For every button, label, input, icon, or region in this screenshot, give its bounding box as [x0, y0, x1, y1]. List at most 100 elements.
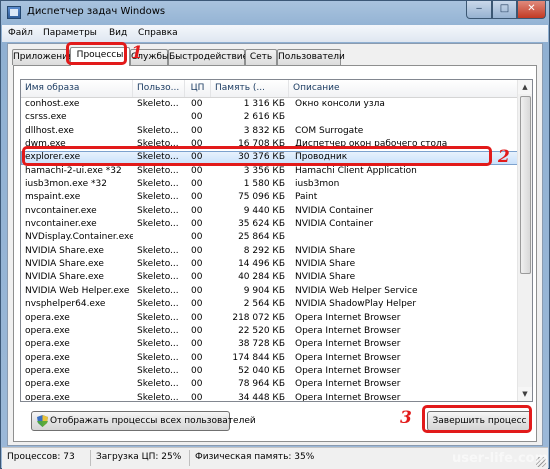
annotation-number-3: 3	[400, 408, 412, 428]
process-cpu: 00	[191, 365, 203, 376]
process-memory: 30 376 КБ	[238, 152, 285, 163]
process-memory: 3 832 КБ	[243, 125, 285, 136]
process-description: Окно консоли узла	[295, 99, 385, 109]
uac-shield-icon	[37, 415, 48, 427]
process-cpu: 00	[191, 272, 203, 283]
process-memory: 1 316 КБ	[243, 99, 285, 109]
process-row[interactable]: opera.exe Skeleto... 00 218 072 КБ Opera Int…	[21, 312, 519, 325]
process-user: Skeleto...	[137, 125, 179, 136]
process-description: Проводник	[295, 152, 348, 163]
process-memory: 3 356 КБ	[243, 165, 285, 176]
end-process-button[interactable]: Завершить процесс	[427, 411, 532, 431]
process-cpu: 00	[191, 125, 203, 136]
close-button[interactable]: ✕	[517, 1, 546, 19]
client-area: Приложения Процессы Службы Быстродействи…	[7, 43, 543, 446]
process-list[interactable]: Имя образа Пользо... ЦП Память (... Опис…	[20, 79, 533, 402]
window-title: Диспетчер задач Windows	[27, 6, 166, 17]
process-row[interactable]: opera.exe Skeleto... 00 174 844 КБ Opera Int…	[21, 352, 519, 365]
menu-file[interactable]: Файл	[8, 28, 33, 38]
process-row[interactable]: NVIDIA Share.exe Skeleto... 00 14 496 КБ NVI…	[21, 258, 519, 271]
process-row[interactable]: explorer.exe Skeleto... 00 30 376 КБ Проводн…	[21, 151, 519, 165]
menu-help[interactable]: Справка	[138, 28, 178, 38]
scrollbar-thumb[interactable]	[520, 96, 531, 274]
process-name: mspaint.exe	[25, 192, 81, 203]
process-memory: 14 496 КБ	[238, 259, 285, 270]
menu-bar: Файл Параметры Вид Справка	[2, 25, 548, 42]
process-description: COM Surrogate	[295, 125, 364, 136]
show-all-users-button[interactable]: Отображать процессы всех пользователей	[31, 411, 256, 431]
process-description: Hamachi Client Application	[295, 165, 417, 176]
process-description: Opera Internet Browser	[295, 339, 401, 350]
process-description: Paint	[295, 192, 318, 203]
process-user: Skeleto...	[137, 152, 179, 163]
task-manager-app-icon	[7, 6, 21, 19]
menu-view[interactable]: Вид	[109, 28, 127, 38]
process-user: Skeleto...	[137, 245, 179, 256]
process-row[interactable]: NVIDIA Share.exe Skeleto... 00 40 284 КБ NVI…	[21, 271, 519, 284]
process-row[interactable]: NVIDIA Share.exe Skeleto... 00 8 292 КБ NVID…	[21, 245, 519, 258]
tab-users[interactable]: Пользователи	[277, 49, 345, 65]
watermark: user-life.com	[452, 451, 549, 466]
process-row[interactable]: NVDisplay.Container.exe 00 25 864 КБ	[21, 231, 519, 244]
tab-applications[interactable]: Приложения	[12, 49, 73, 65]
process-row[interactable]: iusb3mon.exe *32 Skeleto... 00 1 580 КБ iusb…	[21, 178, 519, 191]
column-header-user[interactable]: Пользо...	[133, 80, 185, 97]
process-row[interactable]: nvsphelper64.exe Skeleto... 00 2 564 КБ NVID…	[21, 298, 519, 311]
process-cpu: 00	[191, 325, 203, 336]
process-row[interactable]: nvcontainer.exe Skeleto... 00 35 624 КБ NVID…	[21, 218, 519, 231]
tab-performance[interactable]: Быстродействие	[168, 49, 248, 65]
title-bar[interactable]: Диспетчер задач Windows ‒ □ ✕	[1, 1, 549, 25]
process-row[interactable]: conhost.exe Skeleto... 00 1 316 КБ Окно конс…	[21, 98, 519, 111]
maximize-button[interactable]: □	[492, 1, 517, 19]
process-row[interactable]: mspaint.exe Skeleto... 00 75 096 КБ Paint	[21, 191, 519, 204]
minimize-button[interactable]: ‒	[466, 1, 492, 19]
process-row[interactable]: hamachi-2-ui.exe *32 Skeleto... 00 3 356 КБ…	[21, 165, 519, 178]
process-cpu: 00	[191, 339, 203, 350]
process-memory: 218 072 КБ	[232, 312, 285, 323]
scroll-up-icon[interactable]: ▲	[518, 80, 532, 94]
process-name: NVDisplay.Container.exe	[25, 232, 133, 243]
process-row[interactable]: nvcontainer.exe Skeleto... 00 9 440 КБ NVIDI…	[21, 205, 519, 218]
process-user: Skeleto...	[137, 259, 179, 270]
tab-network[interactable]: Сеть	[245, 49, 277, 65]
tab-processes[interactable]: Процессы	[70, 47, 130, 66]
process-cpu: 00	[191, 392, 203, 402]
process-name: opera.exe	[25, 325, 70, 336]
process-name: nvcontainer.exe	[25, 205, 97, 216]
process-row[interactable]: dwm.exe Skeleto... 00 16 708 КБ Диспетчер ок…	[21, 138, 519, 151]
process-description: NVIDIA Share	[295, 245, 356, 256]
process-cpu: 00	[191, 299, 203, 310]
status-divider	[90, 450, 91, 466]
process-row[interactable]: opera.exe Skeleto... 00 52 040 КБ Opera Inte…	[21, 365, 519, 378]
process-memory: 16 708 КБ	[238, 139, 285, 150]
process-cpu: 00	[191, 165, 203, 176]
process-row[interactable]: NVIDIA Web Helper.exe ... Skeleto... 00 9 9…	[21, 285, 519, 298]
column-header-cpu[interactable]: ЦП	[185, 80, 211, 97]
process-row[interactable]: opera.exe Skeleto... 00 78 964 КБ Opera Inte…	[21, 378, 519, 391]
menu-options[interactable]: Параметры	[43, 28, 97, 38]
process-name: conhost.exe	[25, 99, 80, 109]
process-row[interactable]: opera.exe Skeleto... 00 34 448 КБ Opera Inte…	[21, 392, 519, 402]
process-name: nvsphelper64.exe	[25, 299, 106, 310]
process-name: explorer.exe	[25, 152, 81, 163]
process-cpu: 00	[191, 232, 203, 243]
process-cpu: 00	[191, 152, 203, 163]
process-name: opera.exe	[25, 379, 70, 390]
process-user: Skeleto...	[137, 312, 179, 323]
process-memory: 40 284 КБ	[238, 272, 285, 283]
show-all-users-label: Отображать процессы всех пользователей	[50, 416, 256, 426]
vertical-scrollbar[interactable]: ▲ ▼	[517, 80, 532, 401]
scroll-down-icon[interactable]: ▼	[518, 387, 532, 401]
process-row[interactable]: csrss.exe 00 2 616 КБ	[21, 111, 519, 124]
column-header-description[interactable]: Описание	[289, 80, 519, 97]
process-description: Диспетчер окон рабочего стола	[295, 139, 448, 150]
column-header-memory[interactable]: Память (...	[211, 80, 289, 97]
status-physical-memory: Физическая память: 35%	[195, 452, 315, 462]
process-row[interactable]: opera.exe Skeleto... 00 38 728 КБ Opera Inte…	[21, 338, 519, 351]
column-header-name[interactable]: Имя образа	[21, 80, 133, 97]
process-row[interactable]: opera.exe Skeleto... 00 22 520 КБ Opera Inte…	[21, 325, 519, 338]
process-cpu: 00	[191, 99, 203, 109]
process-row[interactable]: dllhost.exe Skeleto... 00 3 832 КБ COM Surro…	[21, 125, 519, 138]
process-name: dllhost.exe	[25, 125, 74, 136]
process-description: NVIDIA Container	[295, 219, 374, 230]
